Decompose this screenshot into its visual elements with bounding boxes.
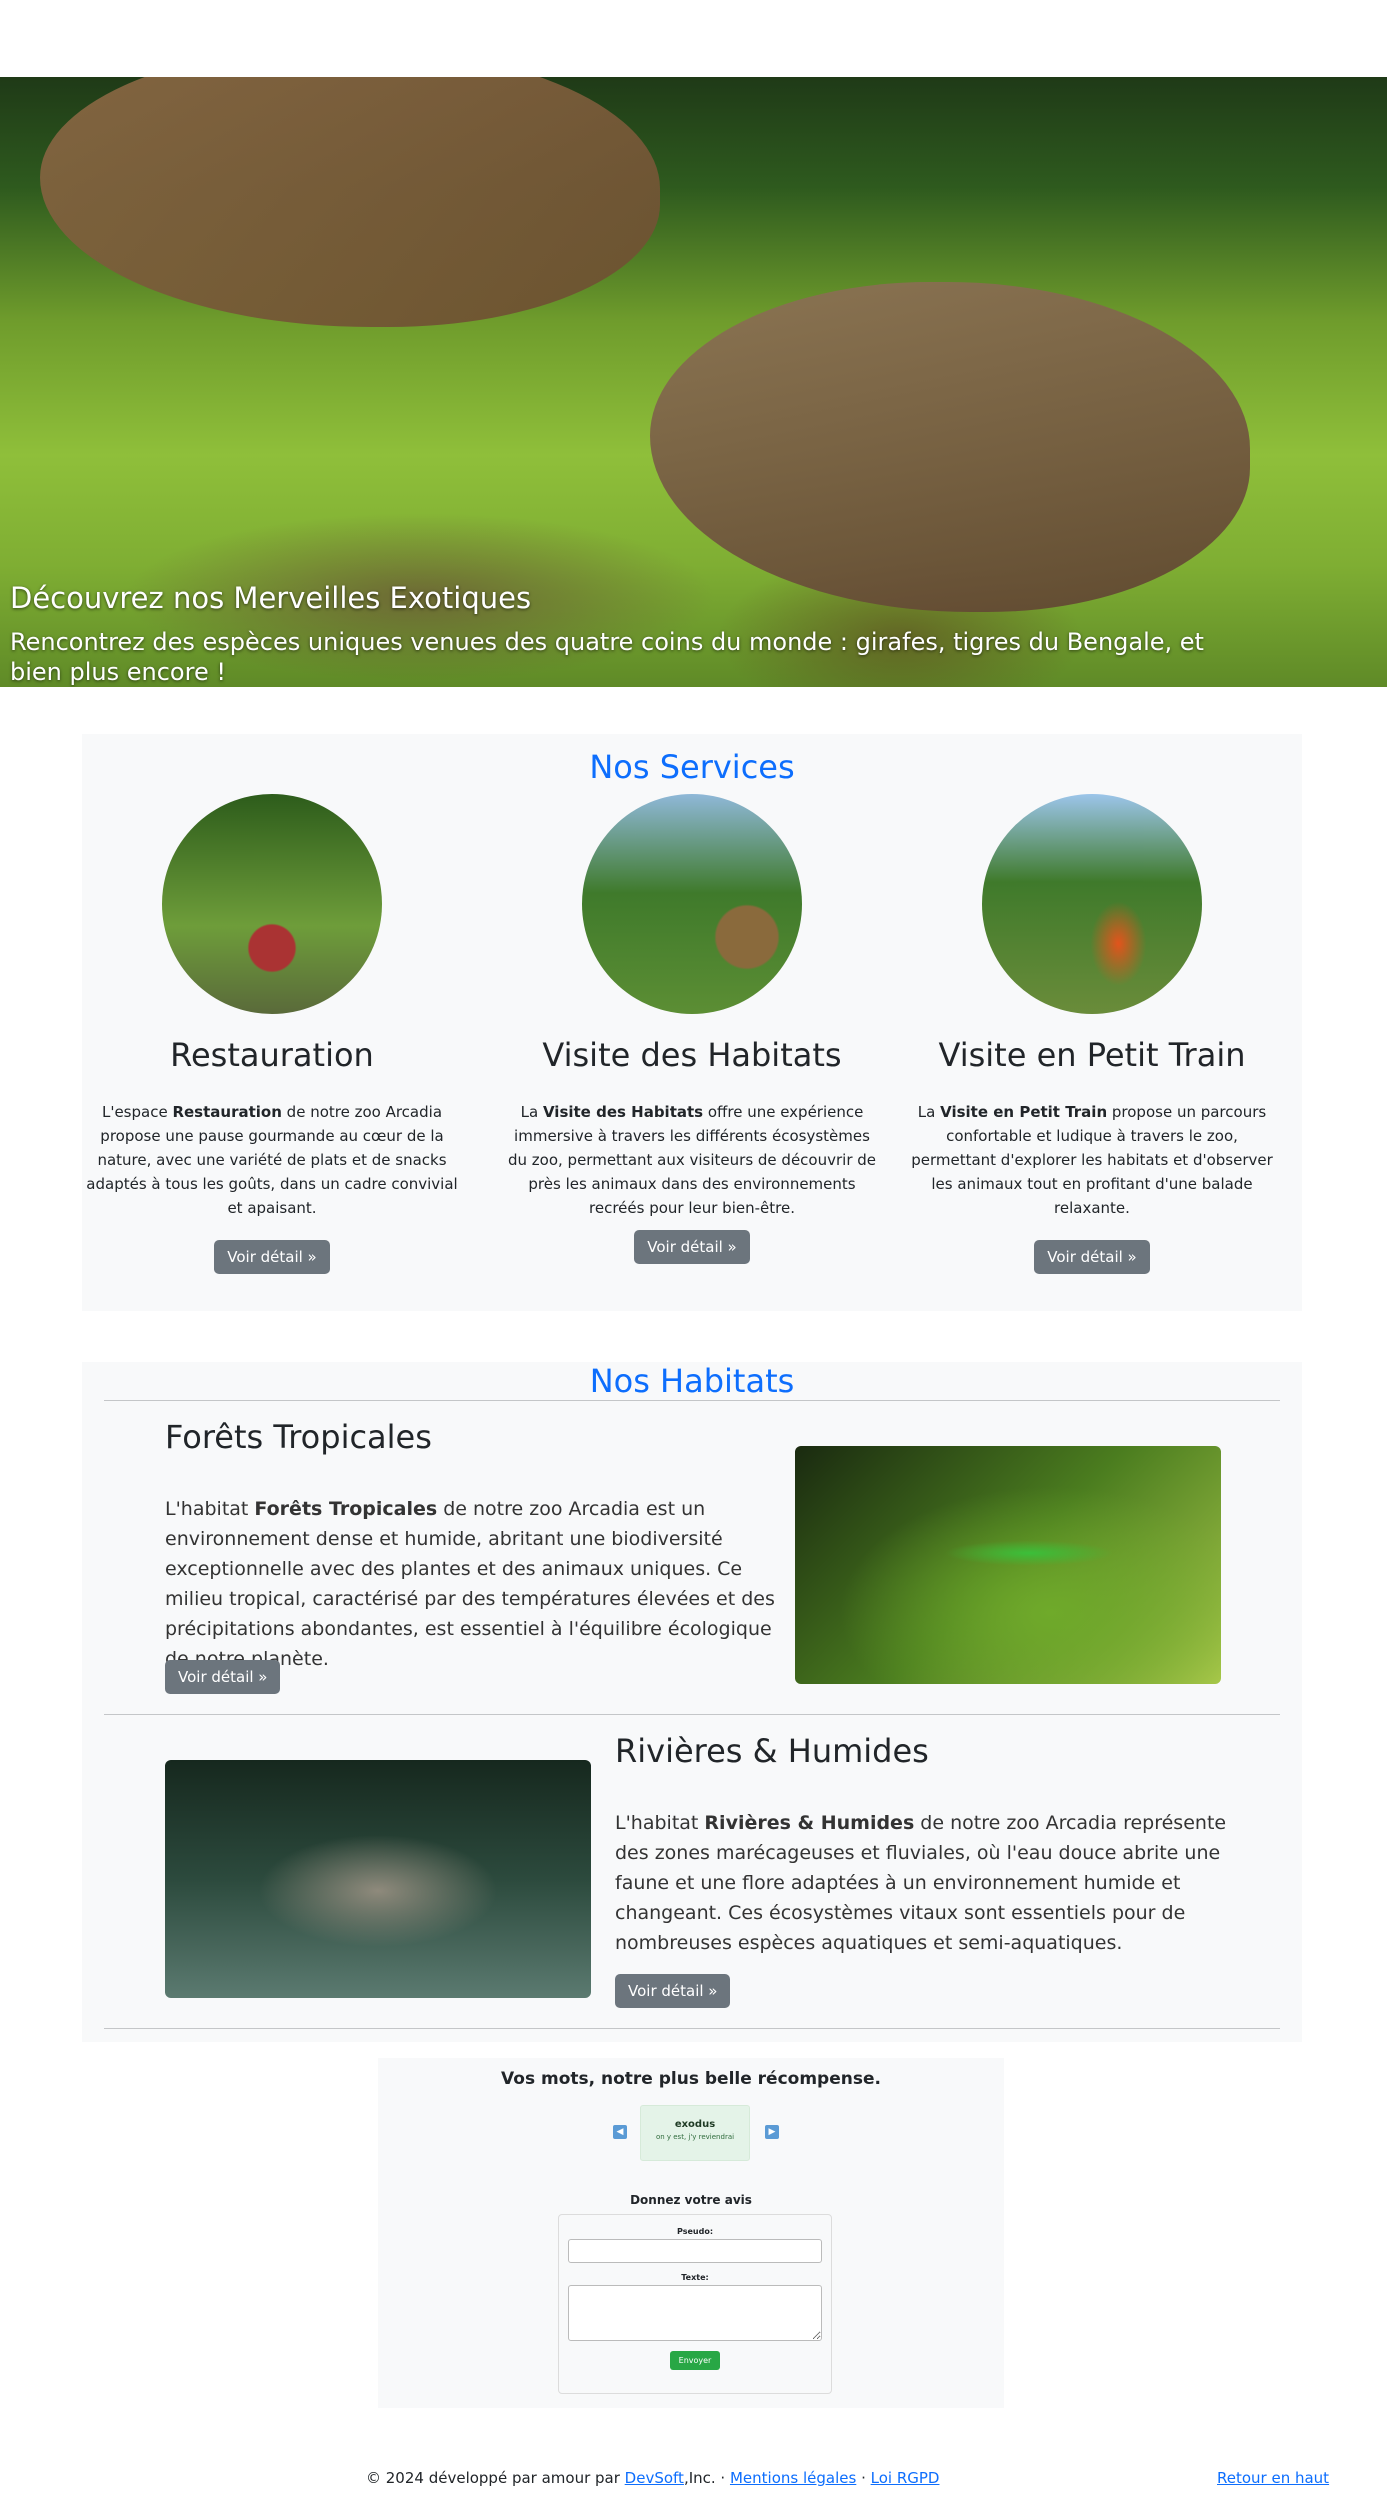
service-description: La Visite des Habitats offre une expérie… — [508, 1103, 876, 1217]
hero-caption: Découvrez nos Merveilles Exotiques Renco… — [10, 581, 1377, 687]
divider — [104, 1400, 1280, 1401]
service-image-train — [982, 794, 1202, 1014]
reviews-title: Vos mots, notre plus belle récompense. — [501, 2069, 881, 2089]
footer-credits: © 2024 développé par amour par DevSoft,I… — [366, 2469, 939, 2487]
services-section: Nos Services Restauration L'espace Resta… — [82, 734, 1302, 1311]
habitat-detail-button[interactable]: Voir détail » — [615, 1974, 731, 2008]
service-detail-button[interactable]: Voir détail » — [634, 1230, 750, 1264]
hero-animal-left — [40, 77, 660, 327]
habitat-name: Forêts Tropicales — [165, 1418, 432, 1456]
company-suffix: ,Inc. · — [683, 2469, 730, 2487]
review-text: on y est, j'y reviendrai — [655, 2133, 735, 2141]
habitats-section: Nos Habitats Forêts Tropicales L'habitat… — [82, 1362, 1302, 2042]
habitat-image-seal — [165, 1760, 591, 1998]
review-card: exodus on y est, j'y reviendrai — [640, 2105, 750, 2161]
legal-link[interactable]: Mentions légales — [730, 2469, 856, 2487]
habitat-detail-button[interactable]: Voir détail » — [165, 1660, 281, 1694]
next-review-icon[interactable]: ▶ — [765, 2125, 779, 2139]
service-card: Visite des Habitats La Visite des Habita… — [502, 794, 882, 1264]
review-pseudo: exodus — [674, 2119, 716, 2130]
divider — [104, 1714, 1280, 1715]
service-image-habitats — [582, 794, 802, 1014]
divider — [104, 2028, 1280, 2029]
submit-button[interactable]: Envoyer — [669, 2351, 721, 2370]
service-name: Visite des Habitats — [542, 1036, 842, 1074]
devsoft-link[interactable]: DevSoft — [625, 2469, 684, 2487]
hero-animal-right — [650, 282, 1250, 612]
copyright-text: © 2024 développé par amour par — [366, 2469, 625, 2487]
service-card: Restauration L'espace Restauration de no… — [82, 794, 462, 1274]
separator: · — [856, 2469, 871, 2487]
text-label: Texte: — [681, 2273, 709, 2282]
service-name: Restauration — [170, 1036, 374, 1074]
hero-subtitle: Rencontrez des espèces uniques venues de… — [10, 628, 1204, 686]
service-detail-button[interactable]: Voir détail » — [1034, 1240, 1150, 1274]
habitat-name: Rivières & Humides — [615, 1732, 929, 1770]
services-title: Nos Services — [589, 748, 795, 786]
habitat-description: L'habitat Rivières & Humides de notre zo… — [615, 1812, 1227, 1954]
habitat-description: L'habitat Forêts Tropicales de notre zoo… — [165, 1498, 775, 1670]
prev-review-icon[interactable]: ◀ — [613, 2125, 627, 2139]
review-form-title: Donnez votre avis — [630, 2193, 752, 2207]
service-image-restauration — [162, 794, 382, 1014]
text-input[interactable] — [568, 2285, 822, 2341]
service-card: Visite en Petit Train La Visite en Petit… — [902, 794, 1282, 1274]
top-navbar — [0, 0, 1387, 77]
service-name: Visite en Petit Train — [938, 1036, 1246, 1074]
service-description: La Visite en Petit Train propose un parc… — [911, 1103, 1273, 1217]
service-detail-button[interactable]: Voir détail » — [214, 1240, 330, 1274]
review-form: Pseudo: Texte: Envoyer — [558, 2214, 832, 2394]
service-description: L'espace Restauration de notre zoo Arcad… — [86, 1103, 458, 1217]
pseudo-label: Pseudo: — [676, 2227, 714, 2236]
pseudo-input[interactable] — [568, 2239, 822, 2263]
hero-banner: Découvrez nos Merveilles Exotiques Renco… — [0, 77, 1387, 687]
habitats-title: Nos Habitats — [589, 1362, 795, 1400]
rgpd-link[interactable]: Loi RGPD — [871, 2469, 940, 2487]
habitat-image-frog — [795, 1446, 1221, 1684]
back-to-top-link[interactable]: Retour en haut — [1217, 2469, 1329, 2487]
hero-title: Découvrez nos Merveilles Exotiques — [10, 581, 532, 615]
reviews-section: Vos mots, notre plus belle récompense. ◀… — [378, 2058, 1004, 2408]
